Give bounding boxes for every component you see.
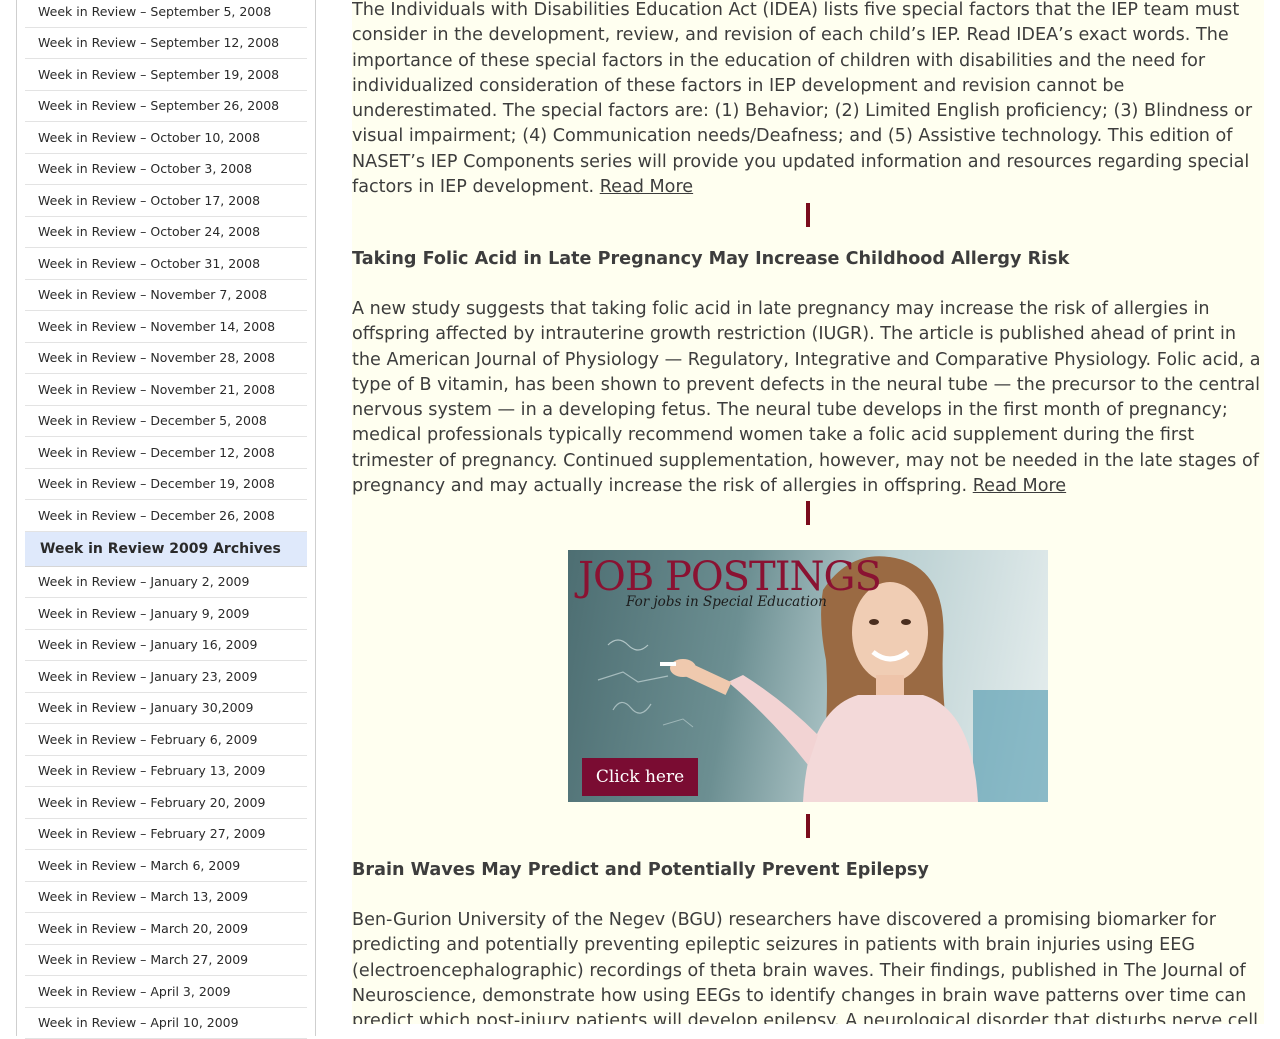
archive-link[interactable]: Week in Review – February 13, 2009 <box>25 756 307 788</box>
archive-link[interactable]: Week in Review – March 20, 2009 <box>25 913 307 945</box>
archive-link[interactable]: Week in Review – January 30,2009 <box>25 693 307 725</box>
archive-link[interactable]: Week in Review – January 23, 2009 <box>25 661 307 693</box>
article-folic-text: A new study suggests that taking folic a… <box>352 299 1261 496</box>
archive-link[interactable]: Week in Review – October 24, 2008 <box>25 217 307 249</box>
archive-link[interactable]: Week in Review – November 28, 2008 <box>25 343 307 375</box>
read-more-link[interactable]: Read More <box>973 476 1066 496</box>
archive-link[interactable]: Week in Review – February 20, 2009 <box>25 787 307 819</box>
separator-bar <box>806 501 810 525</box>
archive-link[interactable]: Week in Review – October 3, 2008 <box>25 154 307 186</box>
archive-list: Week in Review – September 5, 2008Week i… <box>25 0 307 1039</box>
archive-link[interactable]: Week in Review – January 9, 2009 <box>25 598 307 630</box>
article-title[interactable]: Brain Waves May Predict and Potentially … <box>352 858 1264 882</box>
archive-link[interactable]: Week in Review – October 31, 2008 <box>25 248 307 280</box>
archive-link[interactable]: Week in Review – December 5, 2008 <box>25 406 307 438</box>
archive-link[interactable]: Week in Review – February 27, 2009 <box>25 819 307 851</box>
article-epilepsy-body: Ben-Gurion University of the Negev (BGU)… <box>352 908 1264 1024</box>
archive-link[interactable]: Week in Review – April 10, 2009 <box>25 1008 307 1039</box>
separator-bar <box>806 814 810 838</box>
archive-link[interactable]: Week in Review – March 13, 2009 <box>25 882 307 914</box>
article-iep-body: The Individuals with Disabilities Educat… <box>352 0 1264 200</box>
read-more-link[interactable]: Read More <box>600 177 693 197</box>
archive-link[interactable]: Week in Review – February 6, 2009 <box>25 724 307 756</box>
archive-link[interactable]: Week in Review – December 12, 2008 <box>25 437 307 469</box>
archive-link[interactable]: Week in Review – November 7, 2008 <box>25 280 307 312</box>
archive-link[interactable]: Week in Review – January 2, 2009 <box>25 567 307 599</box>
archive-link[interactable]: Week in Review – April 3, 2009 <box>25 976 307 1008</box>
archive-year-header[interactable]: Week in Review 2009 Archives <box>25 532 307 567</box>
ad-subtitle: For jobs in Special Education <box>626 594 827 610</box>
job-postings-banner[interactable]: JOB POSTINGS For jobs in Special Educati… <box>568 550 1048 802</box>
archive-sidebar: Week in Review – September 5, 2008Week i… <box>16 0 316 1036</box>
article-title[interactable]: Taking Folic Acid in Late Pregnancy May … <box>352 247 1264 271</box>
article-folic-body: A new study suggests that taking folic a… <box>352 297 1264 499</box>
archive-link[interactable]: Week in Review – November 21, 2008 <box>25 374 307 406</box>
archive-link[interactable]: Week in Review – September 19, 2008 <box>25 59 307 91</box>
archive-link[interactable]: Week in Review – October 17, 2008 <box>25 185 307 217</box>
archive-link[interactable]: Week in Review – October 10, 2008 <box>25 122 307 154</box>
archive-link[interactable]: Week in Review – September 12, 2008 <box>25 28 307 60</box>
archive-link[interactable]: Week in Review – December 26, 2008 <box>25 500 307 532</box>
article-iep-text: The Individuals with Disabilities Educat… <box>352 0 1252 197</box>
archive-link[interactable]: Week in Review – March 27, 2009 <box>25 945 307 977</box>
click-here-button[interactable]: Click here <box>582 758 698 796</box>
archive-link[interactable]: Week in Review – November 14, 2008 <box>25 311 307 343</box>
separator-bar <box>806 203 810 227</box>
archive-link[interactable]: Week in Review – September 26, 2008 <box>25 91 307 123</box>
archive-link[interactable]: Week in Review – January 16, 2009 <box>25 630 307 662</box>
archive-link[interactable]: Week in Review – March 6, 2009 <box>25 850 307 882</box>
archive-link[interactable]: Week in Review – December 19, 2008 <box>25 469 307 501</box>
archive-link[interactable]: Week in Review – September 5, 2008 <box>25 0 307 28</box>
main-content: The Individuals with Disabilities Educat… <box>352 0 1264 1024</box>
